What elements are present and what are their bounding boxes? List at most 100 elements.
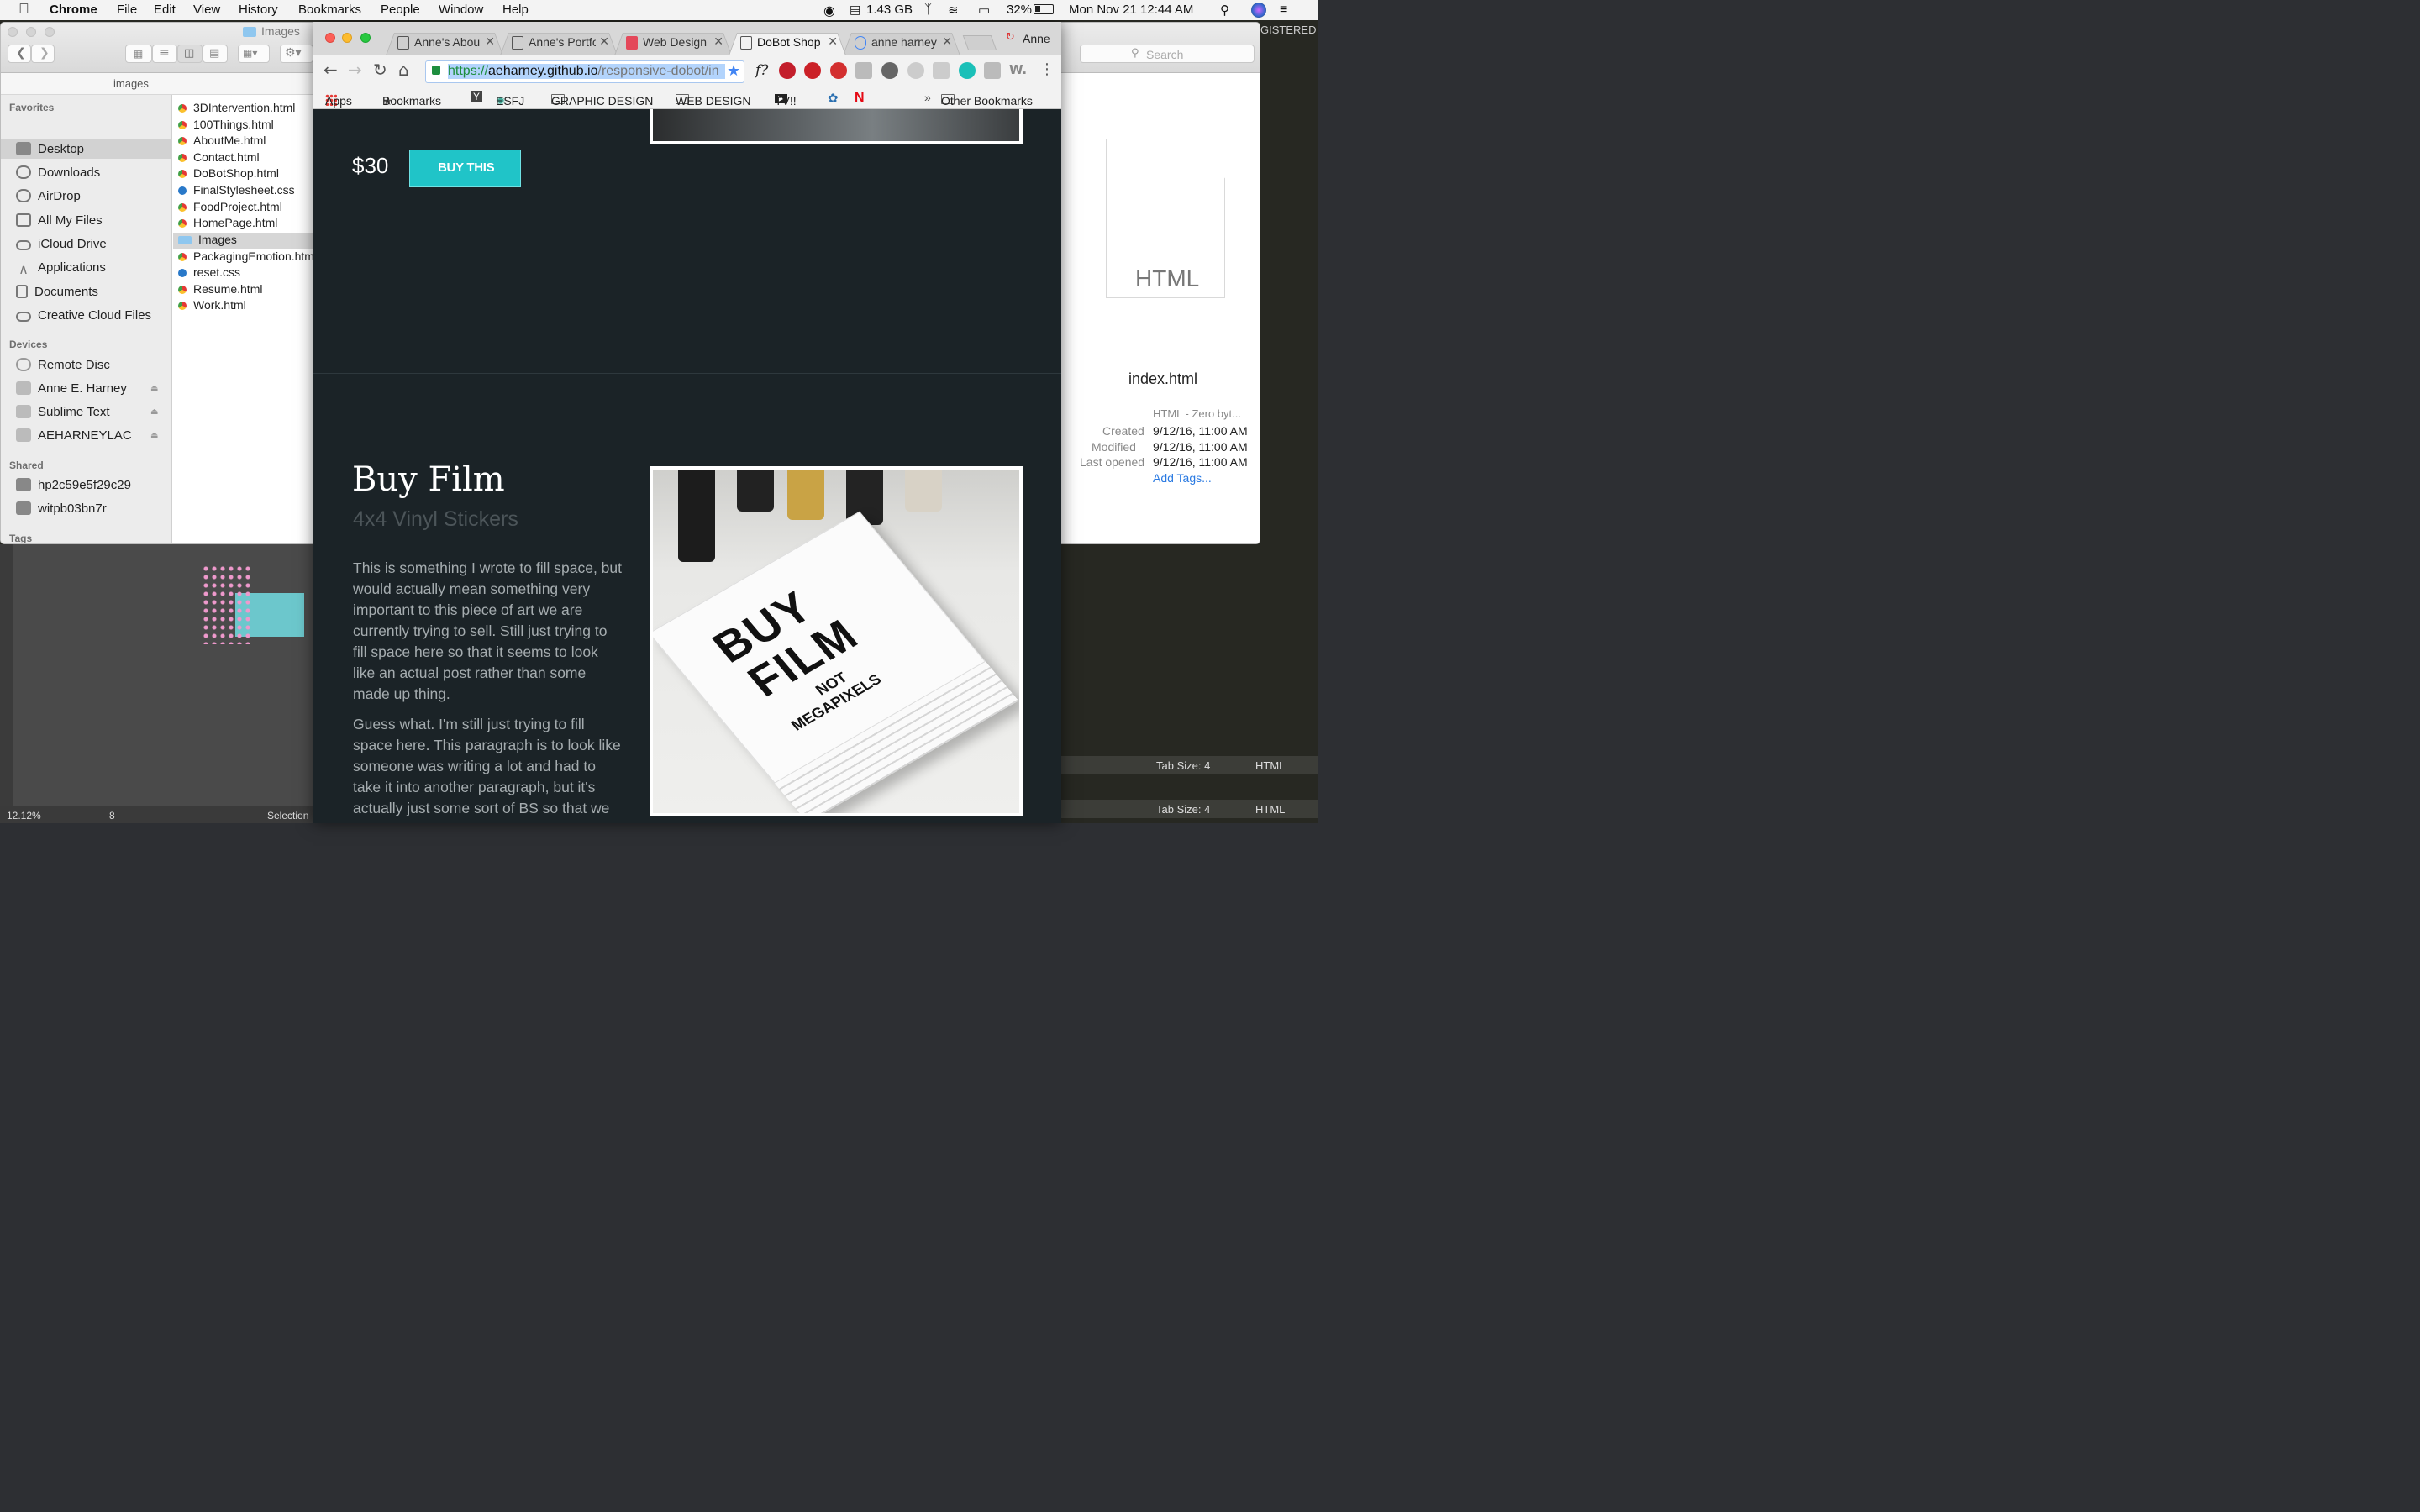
profile-name[interactable]: Anne: [1023, 32, 1050, 45]
extension-icon[interactable]: [908, 62, 924, 79]
url-text[interactable]: https://aeharney.github.io/responsive-do…: [448, 64, 725, 79]
sidebar-item-sublime-text[interactable]: Sublime Text: [16, 405, 110, 419]
eject-icon[interactable]: ⏏: [150, 431, 158, 440]
bookmark-star-icon[interactable]: ★: [727, 62, 740, 80]
wifi-icon[interactable]: ≋: [948, 3, 959, 18]
sync-icon[interactable]: ↻: [1006, 31, 1015, 44]
sidebar-item-documents[interactable]: Documents: [16, 285, 98, 299]
battery-percent[interactable]: 32%: [1007, 3, 1032, 17]
menu-people[interactable]: People: [381, 3, 420, 17]
more-bookmarks-chevron-icon[interactable]: »: [924, 91, 931, 104]
bookmark-y-icon[interactable]: Y: [471, 91, 483, 102]
view-list-button[interactable]: ≡: [152, 45, 177, 63]
sidebar-item-aeharneylac[interactable]: AEHARNEYLAC: [16, 428, 132, 443]
extension-icon[interactable]: [959, 62, 976, 79]
bookmark-bird-icon[interactable]: ✿: [828, 91, 839, 106]
minimize-button[interactable]: [342, 33, 352, 43]
clock[interactable]: Mon Nov 21 12:44 AM: [1069, 3, 1193, 17]
sidebar-item-shared-2[interactable]: witpb03bn7r: [16, 501, 107, 516]
battery-icon[interactable]: [1034, 4, 1054, 14]
file-item[interactable]: AboutMe.html: [178, 134, 266, 150]
view-icon-button[interactable]: ▦: [125, 45, 152, 63]
artboard-number[interactable]: 8: [109, 810, 115, 822]
file-item[interactable]: reset.css: [178, 265, 240, 282]
file-item[interactable]: Work.html: [178, 298, 246, 315]
file-item[interactable]: FoodProject.html: [178, 200, 282, 217]
memory-usage[interactable]: 1.43 GB: [866, 3, 913, 17]
wordpress-icon[interactable]: W.: [1009, 62, 1027, 77]
menu-view[interactable]: View: [193, 3, 220, 17]
extension-icon[interactable]: [881, 62, 898, 79]
eject-icon[interactable]: ⏏: [150, 384, 158, 393]
syntax-mode-2[interactable]: HTML: [1255, 803, 1285, 816]
sidebar-item-applications[interactable]: ∧ Applications: [16, 260, 106, 277]
tab-annes-about[interactable]: Anne's Abou ✕: [386, 29, 503, 55]
sidebar-item-shared-1[interactable]: hp2c59e5f29c29: [16, 478, 131, 492]
add-tags-link[interactable]: Add Tags...: [1153, 471, 1212, 485]
home-icon[interactable]: ⌂: [398, 60, 409, 80]
close-icon[interactable]: ✕: [713, 34, 723, 49]
tab-dobot-shop[interactable]: DoBot Shop ✕: [729, 29, 846, 55]
tab-web-design[interactable]: Web Design ✕: [614, 29, 732, 55]
forward-arrow-icon[interactable]: →: [348, 60, 362, 80]
extension-icon[interactable]: [933, 62, 950, 79]
tab-size[interactable]: Tab Size: 4: [1156, 759, 1210, 772]
adblock-plus-icon[interactable]: [830, 62, 847, 79]
menu-help[interactable]: Help: [502, 3, 529, 17]
file-item[interactable]: DoBotShop.html: [178, 166, 279, 183]
pinterest-icon[interactable]: [804, 62, 821, 79]
menu-history[interactable]: History: [239, 3, 278, 17]
sidebar-item-airdrop[interactable]: AirDrop: [16, 189, 81, 203]
menu-window[interactable]: Window: [439, 3, 483, 17]
minimize-button[interactable]: [26, 27, 36, 37]
file-item[interactable]: PackagingEmotion.html: [178, 249, 317, 266]
action-button[interactable]: ⚙▾: [280, 45, 313, 63]
close-button[interactable]: [8, 27, 18, 37]
search-field[interactable]: ⚲ Search: [1080, 45, 1255, 63]
menu-bookmarks[interactable]: Bookmarks: [298, 3, 361, 17]
close-icon[interactable]: ✕: [599, 34, 609, 49]
tab-size-2[interactable]: Tab Size: 4: [1156, 803, 1210, 816]
close-button[interactable]: [325, 33, 335, 43]
extension-icon[interactable]: [984, 62, 1001, 79]
zoom-button[interactable]: [360, 33, 371, 43]
menu-edit[interactable]: Edit: [154, 3, 176, 17]
address-bar[interactable]: https://aeharney.github.io/responsive-do…: [425, 60, 744, 83]
sidebar-item-desktop[interactable]: Desktop: [16, 142, 84, 156]
back-button[interactable]: ❮: [8, 45, 31, 63]
reload-icon[interactable]: ↻: [373, 60, 387, 80]
siri-icon[interactable]: [1251, 3, 1266, 18]
file-item[interactable]: 3DIntervention.html: [178, 101, 295, 118]
file-item[interactable]: Resume.html: [178, 282, 262, 299]
airplay-icon[interactable]: ▭: [978, 3, 990, 18]
tab-google-search[interactable]: anne harney ✕: [843, 29, 960, 55]
close-icon[interactable]: ✕: [485, 34, 495, 49]
view-column-button[interactable]: ◫: [177, 45, 203, 63]
notification-center-icon[interactable]: ≡: [1280, 3, 1287, 18]
bookmark-netflix-icon[interactable]: N: [855, 91, 865, 106]
menu-file[interactable]: File: [117, 3, 137, 17]
apple-icon[interactable]: : [18, 1, 29, 18]
extension-icon[interactable]: [855, 62, 872, 79]
file-item[interactable]: FinalStylesheet.css: [178, 183, 295, 200]
eject-icon[interactable]: ⏏: [150, 407, 158, 417]
memory-icon[interactable]: ▤: [850, 3, 860, 17]
creative-cloud-icon[interactable]: ◉: [823, 3, 835, 19]
file-item[interactable]: Contact.html: [178, 150, 260, 167]
menu-kebab-icon[interactable]: ⋮: [1039, 60, 1055, 78]
sidebar-item-remote-disc[interactable]: Remote Disc: [16, 358, 110, 372]
sidebar-item-creative-cloud[interactable]: Creative Cloud Files: [16, 308, 151, 323]
sidebar-item-downloads[interactable]: Downloads: [16, 165, 100, 180]
file-item[interactable]: HomePage.html: [178, 216, 277, 233]
menu-app-name[interactable]: Chrome: [50, 3, 97, 17]
spotlight-icon[interactable]: ⚲: [1220, 3, 1229, 18]
close-icon[interactable]: ✕: [942, 34, 952, 49]
forward-button[interactable]: ❯: [31, 45, 55, 63]
ublock-icon[interactable]: [779, 62, 796, 79]
font-extension-icon[interactable]: f?: [755, 62, 768, 79]
sidebar-item-all-my-files[interactable]: All My Files: [16, 213, 103, 228]
new-tab-button[interactable]: [962, 35, 997, 50]
tab-annes-portfolio[interactable]: Anne's Portfo ✕: [500, 29, 618, 55]
close-icon[interactable]: ✕: [828, 34, 838, 49]
file-item-selected[interactable]: Images: [173, 233, 316, 249]
